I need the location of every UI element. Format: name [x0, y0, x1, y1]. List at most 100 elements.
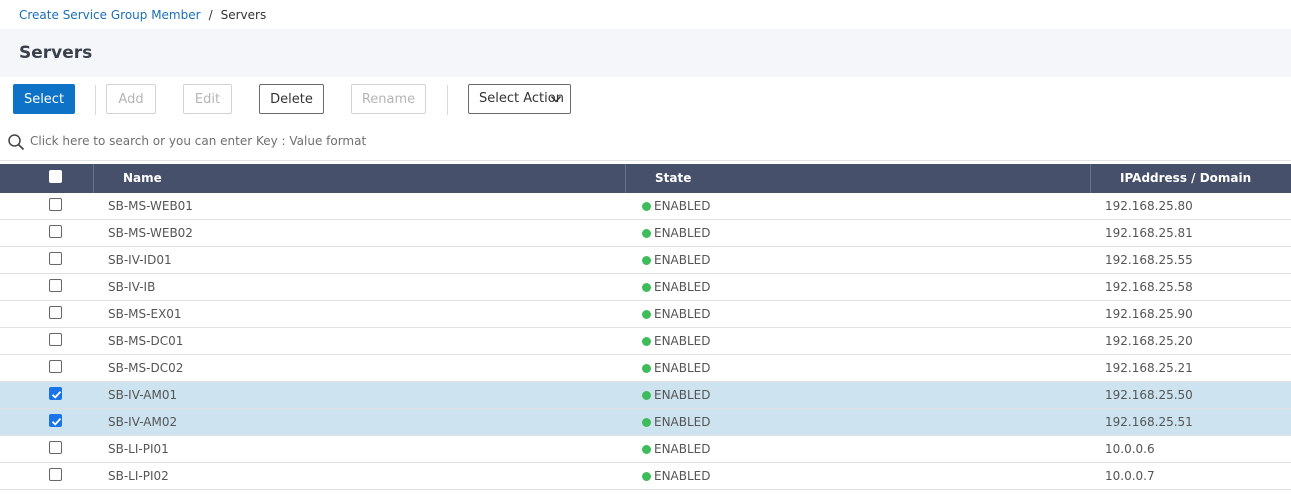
column-separator [93, 164, 94, 193]
column-header-name[interactable]: Name [123, 164, 162, 193]
server-state: ENABLED [642, 436, 711, 462]
table-header: Name State IPAddress / Domain [0, 164, 1291, 193]
status-dot-icon [642, 202, 651, 211]
server-name: SB-MS-WEB01 [108, 199, 193, 213]
delete-button[interactable]: Delete [259, 84, 324, 114]
server-name: SB-MS-DC02 [108, 361, 184, 375]
server-state: ENABLED [642, 274, 711, 300]
checkmark-icon [51, 390, 62, 399]
server-name: SB-MS-WEB02 [108, 226, 193, 240]
row-checkbox[interactable] [49, 441, 62, 454]
status-dot-icon [642, 445, 651, 454]
state-label: ENABLED [654, 361, 711, 375]
server-ip: 10.0.0.7 [1105, 469, 1155, 483]
table-body: SB-MS-WEB01 ENABLED 192.168.25.80 SB-MS-… [0, 193, 1291, 490]
row-checkbox[interactable] [49, 414, 62, 427]
status-dot-icon [642, 391, 651, 400]
server-state: ENABLED [642, 328, 711, 354]
select-action-dropdown[interactable]: Select Action [468, 84, 571, 114]
server-ip: 10.0.0.6 [1105, 442, 1155, 456]
state-label: ENABLED [654, 199, 711, 213]
server-name: SB-IV-AM02 [108, 415, 178, 429]
server-name: SB-LI-PI01 [108, 442, 169, 456]
table-row-sb-ms-dc02[interactable]: SB-MS-DC02 ENABLED 192.168.25.21 [0, 355, 1291, 382]
server-state: ENABLED [642, 247, 711, 273]
table-row-sb-ms-web02[interactable]: SB-MS-WEB02 ENABLED 192.168.25.81 [0, 220, 1291, 247]
column-separator [1090, 164, 1091, 193]
status-dot-icon [642, 283, 651, 292]
breadcrumb-separator: / [208, 8, 213, 22]
toolbar-divider [95, 85, 96, 115]
column-header-state[interactable]: State [655, 164, 691, 193]
table-row-sb-ms-web01[interactable]: SB-MS-WEB01 ENABLED 192.168.25.80 [0, 193, 1291, 220]
table-row-sb-li-pi02[interactable]: SB-LI-PI02 ENABLED 10.0.0.7 [0, 463, 1291, 490]
server-ip: 192.168.25.81 [1105, 226, 1193, 240]
row-checkbox[interactable] [49, 225, 62, 238]
rename-button[interactable]: Rename [351, 84, 426, 114]
table-row-sb-li-pi01[interactable]: SB-LI-PI01 ENABLED 10.0.0.6 [0, 436, 1291, 463]
add-button[interactable]: Add [106, 84, 156, 114]
row-checkbox[interactable] [49, 306, 62, 319]
select-button[interactable]: Select [13, 84, 75, 114]
breadcrumb-current: Servers [220, 8, 267, 22]
status-dot-icon [642, 256, 651, 265]
row-checkbox[interactable] [49, 360, 62, 373]
row-checkbox[interactable] [49, 252, 62, 265]
server-name: SB-IV-ID01 [108, 253, 172, 267]
row-checkbox[interactable] [49, 468, 62, 481]
chevron-down-icon [550, 96, 562, 103]
row-checkbox[interactable] [49, 198, 62, 211]
status-dot-icon [642, 418, 651, 427]
servers-table: Name State IPAddress / Domain SB-MS-WEB0… [0, 164, 1291, 490]
row-checkbox[interactable] [49, 333, 62, 346]
search-bar [0, 124, 1291, 161]
server-ip: 192.168.25.21 [1105, 361, 1193, 375]
state-label: ENABLED [654, 307, 711, 321]
state-label: ENABLED [654, 388, 711, 402]
server-ip: 192.168.25.20 [1105, 334, 1193, 348]
breadcrumb-link-create-service-group-member[interactable]: Create Service Group Member [19, 8, 201, 22]
server-ip: 192.168.25.90 [1105, 307, 1193, 321]
row-checkbox[interactable] [49, 279, 62, 292]
server-state: ENABLED [642, 193, 711, 219]
edit-button[interactable]: Edit [183, 84, 232, 114]
server-state: ENABLED [642, 301, 711, 327]
server-name: SB-IV-IB [108, 280, 156, 294]
search-input[interactable] [30, 130, 930, 152]
server-name: SB-IV-AM01 [108, 388, 178, 402]
state-label: ENABLED [654, 253, 711, 267]
row-checkbox[interactable] [49, 387, 62, 400]
state-label: ENABLED [654, 334, 711, 348]
server-ip: 192.168.25.58 [1105, 280, 1193, 294]
server-state: ENABLED [642, 382, 711, 408]
table-row-sb-iv-ib[interactable]: SB-IV-IB ENABLED 192.168.25.58 [0, 274, 1291, 301]
server-ip: 192.168.25.55 [1105, 253, 1193, 267]
status-dot-icon [642, 364, 651, 373]
table-row-sb-iv-am02[interactable]: SB-IV-AM02 ENABLED 192.168.25.51 [0, 409, 1291, 436]
select-all-checkbox[interactable] [49, 170, 62, 183]
status-dot-icon [642, 310, 651, 319]
column-header-ip[interactable]: IPAddress / Domain [1120, 164, 1251, 193]
status-dot-icon [642, 337, 651, 346]
table-row-sb-iv-id01[interactable]: SB-IV-ID01 ENABLED 192.168.25.55 [0, 247, 1291, 274]
table-row-sb-iv-am01[interactable]: SB-IV-AM01 ENABLED 192.168.25.50 [0, 382, 1291, 409]
server-ip: 192.168.25.50 [1105, 388, 1193, 402]
table-row-sb-ms-dc01[interactable]: SB-MS-DC01 ENABLED 192.168.25.20 [0, 328, 1291, 355]
search-icon [8, 134, 25, 151]
server-name: SB-LI-PI02 [108, 469, 169, 483]
server-state: ENABLED [642, 220, 711, 246]
toolbar-divider [447, 85, 448, 115]
state-label: ENABLED [654, 469, 711, 483]
column-separator [625, 164, 626, 193]
state-label: ENABLED [654, 415, 711, 429]
server-name: SB-MS-DC01 [108, 334, 184, 348]
table-row-sb-ms-ex01[interactable]: SB-MS-EX01 ENABLED 192.168.25.90 [0, 301, 1291, 328]
page-title: Servers [19, 43, 93, 63]
server-state: ENABLED [642, 355, 711, 381]
status-dot-icon [642, 472, 651, 481]
state-label: ENABLED [654, 442, 711, 456]
breadcrumb: Create Service Group Member / Servers [19, 7, 266, 23]
status-dot-icon [642, 229, 651, 238]
server-state: ENABLED [642, 463, 711, 489]
server-ip: 192.168.25.51 [1105, 415, 1193, 429]
